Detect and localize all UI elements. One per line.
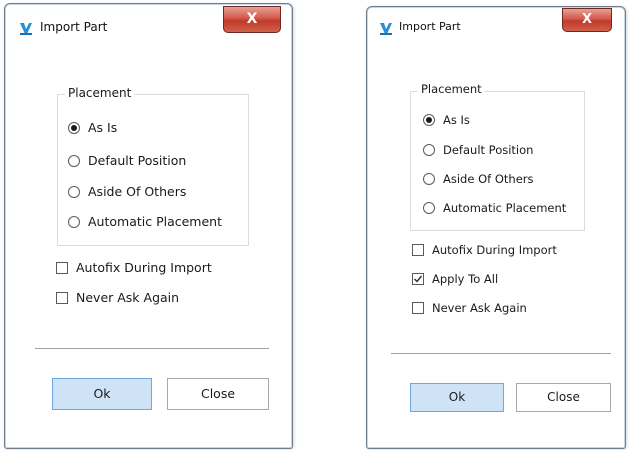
close-icon: X <box>246 11 258 27</box>
radio-button[interactable] <box>68 185 80 198</box>
radio-label: Aside Of Others <box>443 172 534 186</box>
radio-button[interactable] <box>423 202 435 214</box>
radio-button[interactable] <box>423 173 435 185</box>
app-icon <box>378 20 394 36</box>
radio-button[interactable] <box>68 154 80 167</box>
checkbox-never-ask-again[interactable]: Never Ask Again <box>56 290 179 305</box>
dialog-title: Import Part <box>40 20 108 34</box>
app-icon <box>18 20 34 36</box>
radio-button[interactable] <box>423 114 435 126</box>
checkbox[interactable] <box>412 302 424 314</box>
close-icon: X <box>581 12 593 27</box>
checkbox-label: Autofix During Import <box>432 243 557 257</box>
close-button[interactable]: Close <box>167 378 269 410</box>
import-part-dialog-1: Import Part X Placement As Is Default Po… <box>4 3 293 449</box>
checkbox[interactable] <box>56 291 68 304</box>
close-button[interactable]: Close <box>516 383 611 412</box>
import-part-dialog-2: Import Part X Placement As Is Default Po… <box>366 6 626 449</box>
dialog-title: Import Part <box>399 20 461 33</box>
checkbox-never-ask-again[interactable]: Never Ask Again <box>412 301 527 315</box>
radio-label: Default Position <box>88 153 187 168</box>
ok-button[interactable]: Ok <box>410 383 504 412</box>
title-bar[interactable]: Import Part X <box>367 7 625 43</box>
radio-button[interactable] <box>423 144 435 156</box>
radio-default-position[interactable]: Default Position <box>423 143 533 157</box>
placement-legend: Placement <box>418 82 485 96</box>
placement-legend: Placement <box>65 86 135 100</box>
radio-automatic-placement[interactable]: Automatic Placement <box>68 214 222 229</box>
checkbox[interactable] <box>412 244 424 256</box>
title-bar[interactable]: Import Part X <box>5 4 292 40</box>
checkmark-icon <box>414 275 423 283</box>
radio-aside-of-others[interactable]: Aside Of Others <box>423 172 533 186</box>
checkbox[interactable] <box>56 261 68 274</box>
checkbox-label: Never Ask Again <box>432 301 527 315</box>
radio-default-position[interactable]: Default Position <box>68 153 186 168</box>
radio-label: Automatic Placement <box>88 214 223 229</box>
close-window-button[interactable]: X <box>223 6 281 33</box>
radio-label: As Is <box>88 120 118 135</box>
radio-button[interactable] <box>68 215 80 228</box>
radio-as-is[interactable]: As Is <box>423 113 470 127</box>
checkbox-autofix-during-import[interactable]: Autofix During Import <box>56 260 212 275</box>
separator <box>35 348 269 350</box>
radio-label: Aside Of Others <box>88 184 187 199</box>
checkbox-checked[interactable] <box>412 273 424 285</box>
radio-button[interactable] <box>68 121 80 134</box>
radio-automatic-placement[interactable]: Automatic Placement <box>423 201 566 215</box>
checkbox-label: Never Ask Again <box>76 290 180 305</box>
checkbox-label: Apply To All <box>432 272 499 286</box>
ok-button[interactable]: Ok <box>52 378 152 410</box>
radio-label: As Is <box>443 113 470 127</box>
close-window-button[interactable]: X <box>562 8 612 32</box>
checkbox-autofix-during-import[interactable]: Autofix During Import <box>412 243 557 257</box>
radio-as-is[interactable]: As Is <box>68 120 117 135</box>
checkbox-apply-to-all[interactable]: Apply To All <box>412 272 498 286</box>
radio-aside-of-others[interactable]: Aside Of Others <box>68 184 186 199</box>
radio-label: Automatic Placement <box>443 201 567 215</box>
checkbox-label: Autofix During Import <box>76 260 212 275</box>
separator <box>391 353 611 355</box>
radio-label: Default Position <box>443 143 534 157</box>
